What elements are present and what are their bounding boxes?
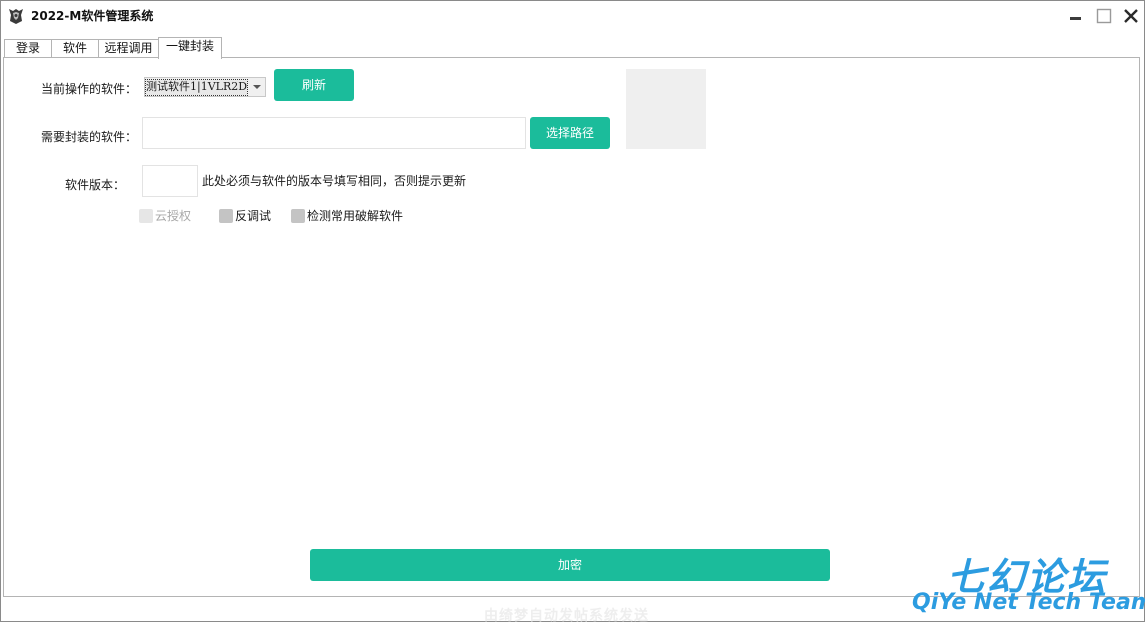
current-software-label: 当前操作的软件： bbox=[41, 82, 138, 96]
package-path-input[interactable] bbox=[142, 117, 526, 149]
tab-bar: 登录 软件 远程调用 一键封装 bbox=[1, 37, 1144, 59]
detect-crack-label[interactable]: 检测常用破解软件 bbox=[307, 209, 403, 223]
detect-crack-checkbox[interactable] bbox=[291, 209, 305, 223]
cloud-auth-checkbox bbox=[139, 209, 153, 223]
tab-one-click-package[interactable]: 一键封装 bbox=[158, 37, 222, 59]
current-software-select[interactable]: 测试软件1|1VLR2D9 bbox=[144, 77, 266, 97]
cloud-auth-label: 云授权 bbox=[155, 209, 192, 223]
close-icon[interactable] bbox=[1120, 5, 1142, 27]
app-window: 2022-M软件管理系统 登录 软件 远程调用 一键封装 当前操作的软件： 测试… bbox=[0, 0, 1145, 622]
tab-remote-call[interactable]: 远程调用 bbox=[98, 39, 159, 58]
chevron-down-icon bbox=[253, 85, 261, 89]
version-label: 软件版本： bbox=[65, 178, 126, 192]
maximize-icon[interactable] bbox=[1093, 5, 1115, 27]
select-path-button[interactable]: 选择路径 bbox=[530, 117, 610, 149]
watermark-logo-en: QiYe Net Tech Team bbox=[912, 590, 1145, 615]
anti-debug-checkbox[interactable] bbox=[219, 209, 233, 223]
tab-software[interactable]: 软件 bbox=[51, 39, 99, 58]
window-title: 2022-M软件管理系统 bbox=[31, 9, 154, 23]
package-software-label: 需要封装的软件： bbox=[41, 130, 138, 144]
refresh-button[interactable]: 刷新 bbox=[274, 69, 354, 101]
status-text: 由绮梦自动发帖系统发送 bbox=[484, 608, 649, 622]
title-bar: 2022-M软件管理系统 bbox=[1, 1, 1144, 31]
anti-debug-label[interactable]: 反调试 bbox=[235, 209, 271, 223]
version-input[interactable] bbox=[142, 165, 198, 197]
preview-image-box bbox=[626, 69, 706, 149]
encrypt-button[interactable]: 加密 bbox=[310, 549, 830, 581]
tab-login[interactable]: 登录 bbox=[4, 39, 52, 58]
minimize-icon[interactable] bbox=[1065, 5, 1087, 27]
current-software-value: 测试软件1|1VLR2D9 bbox=[145, 79, 248, 96]
shield-crest-icon bbox=[9, 9, 23, 24]
version-hint: 此处必须与软件的版本号填写相同，否则提示更新 bbox=[202, 174, 467, 188]
